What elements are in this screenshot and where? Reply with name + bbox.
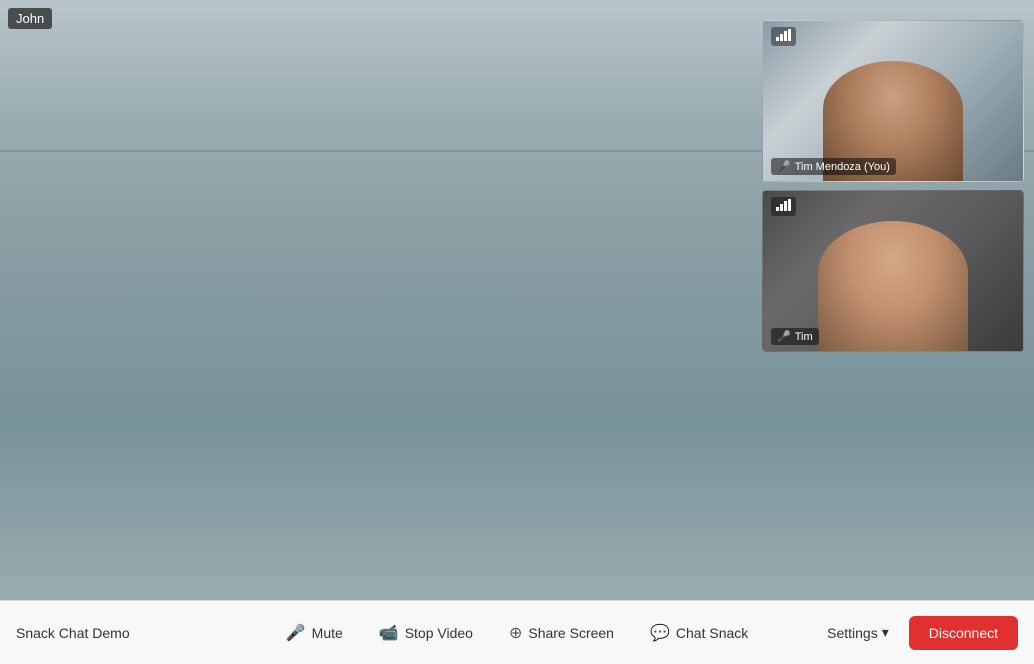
signal-bars-2 xyxy=(776,199,791,211)
signal-indicator-2 xyxy=(771,197,796,216)
meeting-name: Snack Chat Demo xyxy=(16,625,166,641)
share-screen-label: Share Screen xyxy=(528,625,614,641)
mic-icon-1: 🎤 xyxy=(777,160,791,173)
video-icon: 📹 xyxy=(379,623,399,643)
share-screen-button[interactable]: ⊕ Share Screen xyxy=(493,615,630,651)
disconnect-button[interactable]: Disconnect xyxy=(909,616,1018,650)
participant-label-1: Tim Mendoza (You) xyxy=(795,161,890,173)
toolbar-center-controls: 🎤 Mute 📹 Stop Video ⊕ Share Screen 💬 Cha… xyxy=(270,615,765,651)
main-participant-name: John xyxy=(16,11,44,26)
signal-bars-1 xyxy=(776,29,791,41)
thumbnail-container: 🎤 Tim Mendoza (You) 🎤 Tim xyxy=(762,20,1024,352)
chat-snack-button[interactable]: 💬 Chat Snack xyxy=(634,615,764,651)
chat-snack-label: Chat Snack xyxy=(676,625,748,641)
mute-button[interactable]: 🎤 Mute xyxy=(270,615,359,651)
share-screen-icon: ⊕ xyxy=(509,623,522,643)
chevron-down-icon: ▾ xyxy=(882,624,889,641)
signal-indicator-1 xyxy=(771,27,796,46)
participant-label-2: Tim xyxy=(795,331,813,343)
main-participant-badge: John xyxy=(8,8,52,29)
chat-icon: 💬 xyxy=(650,623,670,643)
mic-icon-2: 🎤 xyxy=(777,330,791,343)
settings-label: Settings xyxy=(827,625,878,641)
mute-label: Mute xyxy=(312,625,343,641)
stop-video-button[interactable]: 📹 Stop Video xyxy=(363,615,489,651)
thumbnail-name-1: 🎤 Tim Mendoza (You) xyxy=(771,158,896,175)
mute-icon: 🎤 xyxy=(286,623,306,643)
disconnect-label: Disconnect xyxy=(929,625,998,641)
toolbar: Snack Chat Demo 🎤 Mute 📹 Stop Video ⊕ Sh… xyxy=(0,600,1034,664)
main-video-area: John 🎤 Tim Mendoza (You) 🎤 xyxy=(0,0,1034,600)
settings-button[interactable]: Settings ▾ xyxy=(815,616,901,649)
stop-video-label: Stop Video xyxy=(405,625,473,641)
thumbnail-tim-mendoza[interactable]: 🎤 Tim Mendoza (You) xyxy=(762,20,1024,182)
thumbnail-tim[interactable]: 🎤 Tim xyxy=(762,190,1024,352)
toolbar-right-controls: Settings ▾ Disconnect xyxy=(815,616,1018,650)
thumbnail-name-2: 🎤 Tim xyxy=(771,328,819,345)
